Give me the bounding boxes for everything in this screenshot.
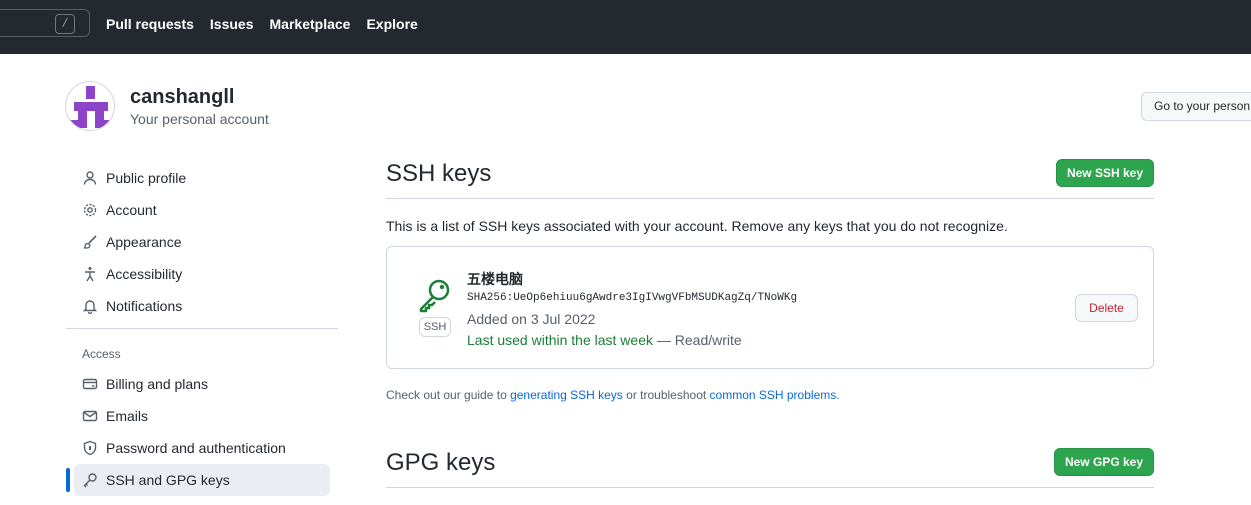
paintbrush-icon [83,235,97,249]
last-used-text: Last used within the last week [467,332,653,348]
access-level-text: — Read/write [653,332,742,348]
sidebar-item-accessibility[interactable]: Accessibility [74,258,330,290]
guide-mid: or troubleshoot [622,388,710,402]
guide-suffix: . [836,388,840,402]
key-icon [83,473,97,488]
sidebar-item-notifications[interactable]: Notifications [74,290,330,322]
sidebar-heading-access: Access [82,347,121,361]
avatar[interactable] [65,81,115,131]
active-indicator [66,468,70,492]
ssh-key-name: 五楼电脑 [467,272,523,288]
sidebar-item-account[interactable]: Account [74,194,330,226]
sidebar-item-label: Notifications [106,298,183,314]
ssh-keys-title: SSH keys [386,160,492,187]
shield-lock-icon [83,440,97,456]
sidebar-item-label: Emails [106,408,149,424]
sidebar-item-label: Public profile [106,170,187,186]
sidebar-item-label: Appearance [106,234,182,250]
sidebar-item-label: Billing and plans [106,376,208,392]
nav-pull-requests[interactable]: Pull requests [106,16,194,32]
sidebar-item-ssh-gpg-keys[interactable]: SSH and GPG keys [74,464,330,496]
ssh-guide-text: Check out our guide to generating SSH ke… [386,388,840,402]
sidebar-item-label: Password and authentication [106,440,286,456]
mail-icon [82,410,98,422]
generating-ssh-keys-link[interactable]: generating SSH keys [510,388,623,402]
account-name[interactable]: canshangll [130,86,234,109]
ssh-key-last-used: Last used within the last week — Read/wr… [467,332,742,348]
sidebar-divider [66,328,338,329]
ssh-key-item: SSH 五楼电脑 SHA256:UeOp6ehiuu6gAwdre3IgIVwg… [386,246,1154,369]
identicon-image [70,86,112,128]
new-gpg-key-button[interactable]: New GPG key [1054,448,1154,476]
ssh-key-fingerprint: SHA256:UeOp6ehiuu6gAwdre3IgIVwgVFbMSUDKa… [467,292,798,304]
bell-icon [82,300,98,314]
sidebar-item-label: Accessibility [106,266,183,282]
new-ssh-key-button[interactable]: New SSH key [1056,159,1154,187]
common-ssh-problems-link[interactable]: common SSH problems [710,388,837,402]
sidebar-item-emails[interactable]: Emails [74,400,330,432]
ssh-key-added-date: Added on 3 Jul 2022 [467,311,596,327]
ssh-description: This is a list of SSH keys associated wi… [386,218,1008,234]
sidebar-item-label: SSH and GPG keys [106,472,230,488]
sidebar-item-appearance[interactable]: Appearance [74,226,330,258]
sidebar-item-public-profile[interactable]: Public profile [74,162,330,194]
section-divider [386,487,1154,488]
gpg-keys-title: GPG keys [386,449,496,476]
go-to-profile-button[interactable]: Go to your person [1141,92,1251,121]
search-input[interactable]: / [0,9,90,37]
delete-key-button[interactable]: Delete [1075,294,1138,322]
nav-issues[interactable]: Issues [210,16,254,32]
credit-card-icon [82,378,98,390]
gear-icon [83,203,97,217]
nav-explore[interactable]: Explore [366,16,417,32]
account-subtitle: Your personal account [130,111,269,127]
top-navigation-bar: / Pull requests Issues Marketplace Explo… [0,0,1251,54]
sidebar-item-billing[interactable]: Billing and plans [74,368,330,400]
ssh-badge: SSH [419,317,451,337]
sidebar-item-label: Account [106,202,157,218]
accessibility-icon [85,267,95,282]
nav-marketplace[interactable]: Marketplace [270,16,351,32]
guide-prefix: Check out our guide to [386,388,511,402]
sidebar-item-password-authentication[interactable]: Password and authentication [74,432,330,464]
person-icon [83,171,97,185]
search-shortcut-key: / [55,14,75,34]
section-divider [386,198,1154,199]
key-icon [419,279,450,313]
global-nav: Pull requests Issues Marketplace Explore [106,16,418,32]
